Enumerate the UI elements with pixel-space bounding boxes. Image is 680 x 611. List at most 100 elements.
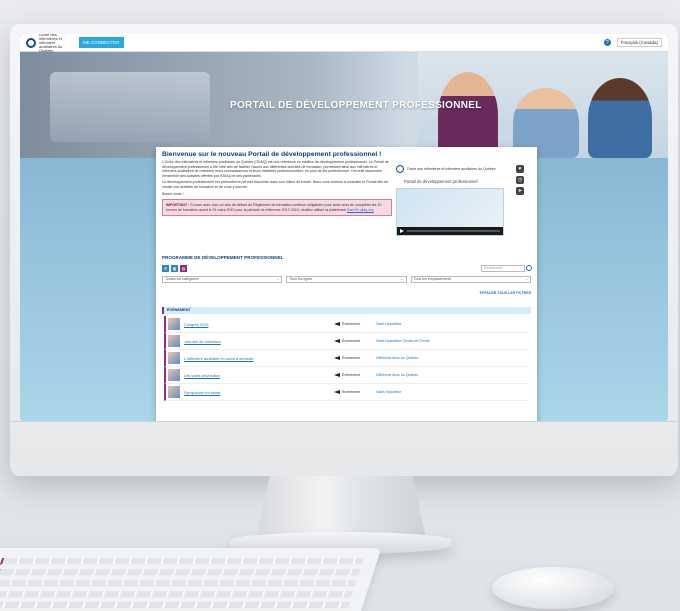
- event-group-header[interactable]: ÉVÉNEMENT: [162, 307, 531, 314]
- list-item[interactable]: Congrès 2019 Événement Saint-Hyacinthe: [164, 316, 529, 333]
- chevron-down-icon: ⌄: [400, 277, 404, 281]
- chevron-down-icon: ⌄: [524, 277, 528, 281]
- monitor-bezel: Ordre des infirmières et infirmiers auxi…: [20, 34, 668, 421]
- event-title-link[interactable]: Symposium en santé: [184, 390, 334, 395]
- filter-label: Toutes les catégories: [165, 277, 199, 281]
- megaphone-icon: [334, 390, 340, 394]
- event-location: Différents lieux au Québec: [376, 373, 419, 377]
- photo-scene: Ordre des infirmières et infirmiers auxi…: [0, 0, 680, 611]
- event-type: Événement: [334, 373, 376, 377]
- list-item[interactable]: Symposium en santé Événement Saint-Hyaci…: [164, 384, 529, 401]
- share-icons: ♥ ◷ ➤: [516, 165, 524, 195]
- login-button[interactable]: ME CONNECTER: [79, 37, 124, 48]
- card-caption: Portail de développement professionnel: [404, 179, 478, 184]
- key-row: [0, 558, 365, 565]
- event-location: Saint-Hyacinthe Centre-de-Pointe: [376, 339, 430, 343]
- hospital-bed-image: [50, 72, 210, 142]
- event-thumbnail: [168, 352, 180, 364]
- filter-bar: Toutes les catégories ⌄ Tous les types ⌄ T…: [162, 276, 531, 283]
- megaphone-icon: [334, 339, 340, 343]
- event-thumbnail: [168, 335, 180, 347]
- event-type-label: Événement: [342, 339, 361, 343]
- key-row: [0, 580, 357, 587]
- portal-title: PORTAIL DE DÉVELOPPEMENT PROFESSIONNEL: [230, 100, 482, 111]
- list-item[interactable]: Journée de formation Événement Saint-Hya…: [164, 333, 529, 350]
- welcome-heading: Bienvenue sur le nouveau Portail de déve…: [162, 151, 382, 158]
- event-thumbnail: [168, 386, 180, 398]
- logo-text: Ordre des infirmières et infirmiers auxi…: [39, 34, 63, 53]
- important-notice: IMPORTANT : Si vous avez reçu un avis de…: [162, 199, 392, 217]
- clear-filters-button[interactable]: EFFACER TOUS LES FILTRES: [480, 291, 531, 295]
- event-type: Événement: [334, 390, 376, 394]
- share-icon[interactable]: ➤: [516, 187, 524, 195]
- card-logo: Ordre des infirmières et infirmiers auxi…: [396, 165, 524, 173]
- card-logo-text: Ordre des infirmières et infirmiers auxi…: [407, 167, 496, 171]
- nurse-figure: [438, 72, 498, 158]
- heart-icon[interactable]: ♥: [516, 165, 524, 173]
- list-item[interactable]: Les voies d'évolution Événement Différen…: [164, 367, 529, 384]
- hero-banner: PORTAIL DE DÉVELOPPEMENT PROFESSIONNEL: [20, 52, 668, 158]
- intro-video[interactable]: [396, 188, 504, 236]
- clock-icon[interactable]: ◷: [516, 176, 524, 184]
- event-location: Différents lieux au Québec: [376, 356, 419, 360]
- event-thumbnail: [168, 318, 180, 330]
- help-icon[interactable]: ?: [603, 39, 611, 46]
- chevron-down-icon: ⌄: [276, 277, 280, 281]
- event-location: Saint-Hyacinthe: [376, 322, 402, 326]
- event-location: Saint-Hyacinthe: [376, 390, 402, 394]
- calendar-view-icon[interactable]: ▤: [180, 265, 187, 272]
- key-row: [0, 591, 354, 598]
- location-filter[interactable]: Tous les emplacements ⌄: [410, 276, 531, 283]
- type-filter[interactable]: Tous les types ⌄: [286, 276, 407, 283]
- oiiaq-logo-icon[interactable]: [26, 37, 36, 48]
- event-type: Événement: [334, 322, 376, 326]
- event-title-link[interactable]: L'infirmière auxiliaire en soins à domic…: [184, 356, 334, 361]
- filter-label: Tous les emplacements: [413, 277, 452, 281]
- key-row: [0, 602, 350, 609]
- web-page: Ordre des infirmières et infirmiers auxi…: [20, 34, 668, 421]
- video-controls: [397, 227, 503, 235]
- event-thumbnail: [168, 369, 180, 381]
- grid-view-icon[interactable]: ▦: [171, 265, 178, 272]
- intro-sign-off: Bonne visite !: [162, 191, 184, 196]
- video-progress[interactable]: [407, 230, 500, 232]
- category-filter[interactable]: Toutes les catégories ⌄: [162, 276, 283, 283]
- event-type-label: Événement: [342, 390, 361, 394]
- search-icon[interactable]: [526, 265, 532, 271]
- event-type: Événement: [334, 339, 376, 343]
- important-label: IMPORTANT :: [166, 203, 190, 208]
- event-type-label: Événement: [342, 373, 361, 377]
- video-card: Ordre des infirmières et infirmiers auxi…: [396, 165, 524, 251]
- event-list: Congrès 2019 Événement Saint-Hyacinthe J…: [164, 316, 529, 401]
- platform-link[interactable]: SamYA oiiaq.org: [347, 208, 374, 212]
- event-title-link[interactable]: Congrès 2019: [184, 322, 334, 327]
- keyboard: [0, 548, 382, 611]
- imac-monitor: Ordre des infirmières et infirmiers auxi…: [10, 24, 678, 476]
- event-type: Événement: [334, 356, 376, 360]
- intro-paragraph: Le développement professionnel est primo…: [162, 180, 389, 189]
- program-title: PROGRAMME DE DÉVELOPPEMENT PROFESSIONNEL: [162, 255, 284, 260]
- play-icon[interactable]: [400, 229, 404, 233]
- computer-mouse: [492, 567, 614, 609]
- intro-paragraph: L'Ordre des infirmières et infirmiers au…: [162, 160, 389, 178]
- list-item[interactable]: L'infirmière auxiliaire en soins à domic…: [164, 350, 529, 367]
- key-row: [0, 569, 361, 576]
- megaphone-icon: [334, 356, 340, 360]
- event-title-link[interactable]: Les voies d'évolution: [184, 373, 334, 378]
- search-input[interactable]: Rechercher: [481, 265, 525, 272]
- top-bar: Ordre des infirmières et infirmiers auxi…: [20, 34, 668, 52]
- filter-label: Tous les types: [289, 277, 313, 281]
- oiiaq-logo-icon: [396, 165, 404, 173]
- event-type-label: Événement: [342, 322, 361, 326]
- language-select[interactable]: Français (Canada): [616, 38, 662, 47]
- event-title-link[interactable]: Journée de formation: [184, 339, 334, 344]
- intro-text: L'Ordre des infirmières et infirmiers au…: [162, 160, 392, 217]
- event-type-label: Événement: [342, 356, 361, 360]
- view-toggles: ☰ ▦ ▤: [162, 265, 187, 272]
- list-view-icon[interactable]: ☰: [162, 265, 169, 272]
- megaphone-icon: [334, 373, 340, 377]
- content-panel: Bienvenue sur le nouveau Portail de déve…: [156, 147, 537, 421]
- monitor-stand: [256, 476, 426, 538]
- monitor-chin: [10, 421, 678, 422]
- megaphone-icon: [334, 322, 340, 326]
